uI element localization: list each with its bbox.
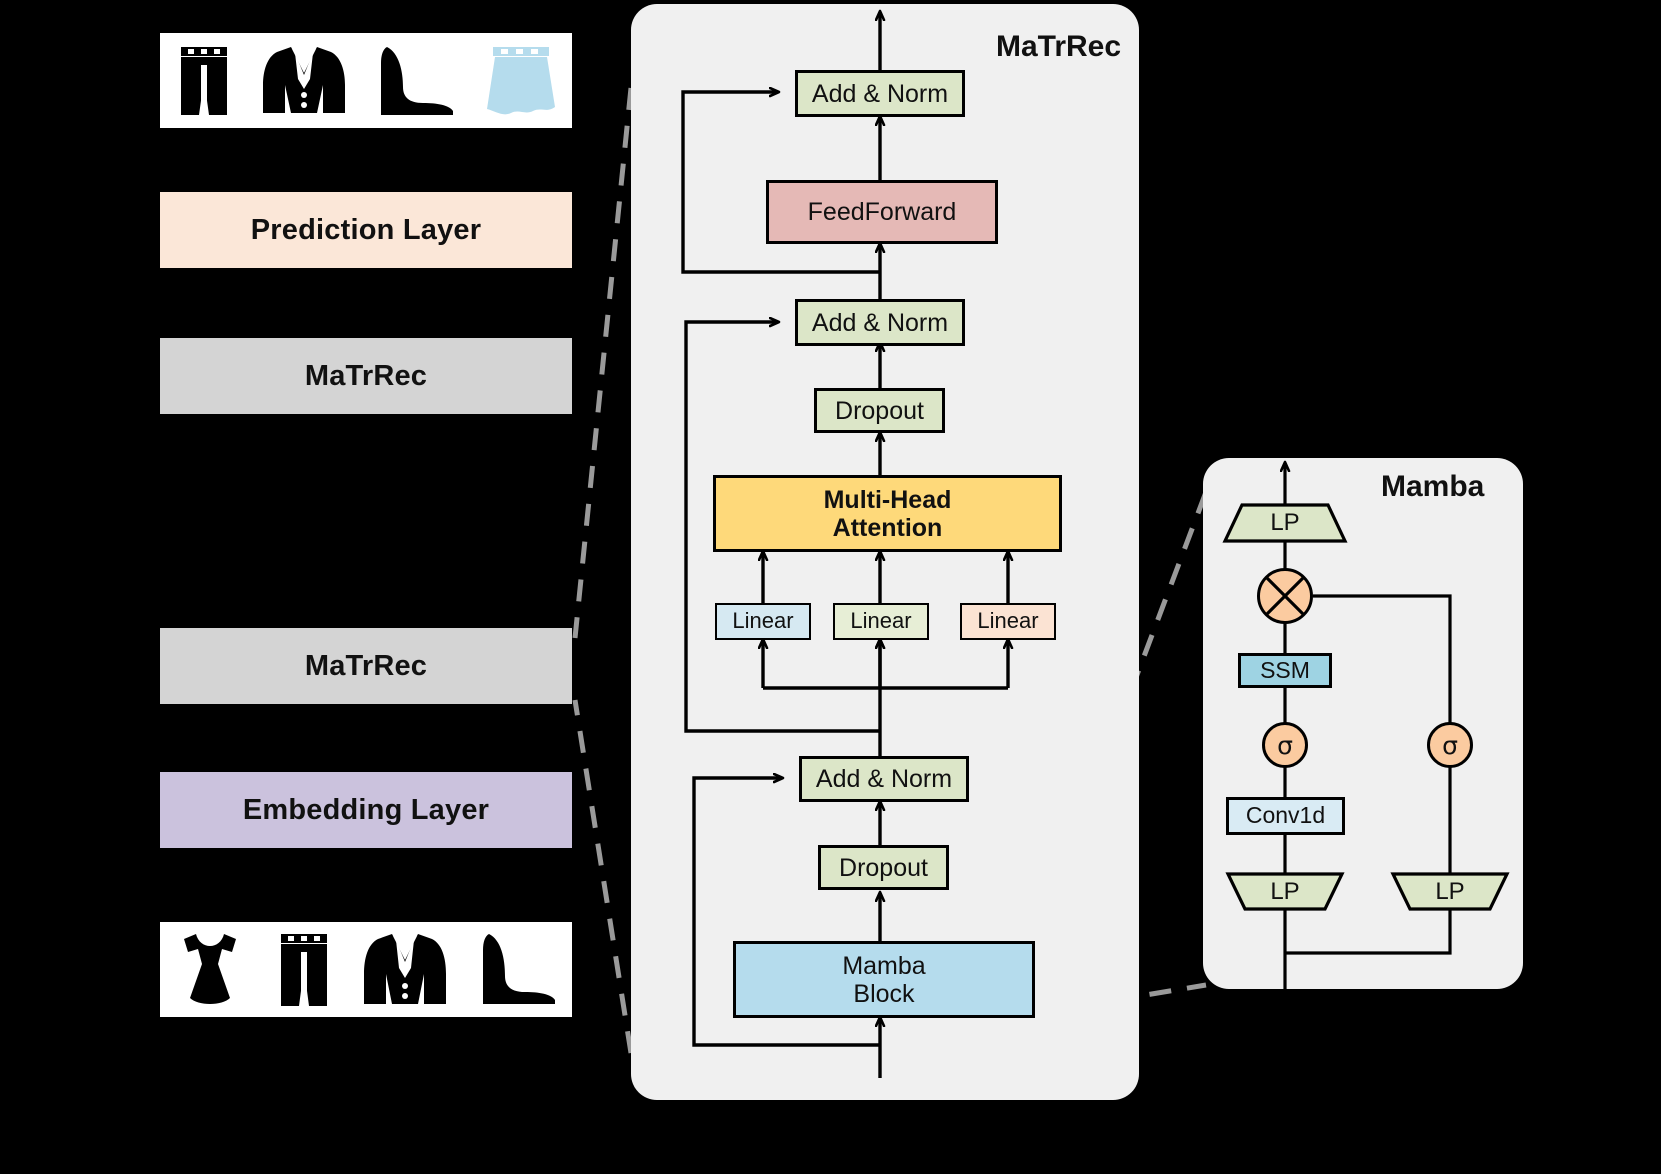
node-label: Conv1d (1245, 802, 1326, 829)
sigma-right-icon[interactable]: σ (1427, 722, 1473, 768)
ssm-node[interactable]: SSM (1238, 653, 1332, 688)
sigma-left-icon[interactable]: σ (1262, 722, 1308, 768)
sigma-left-text: σ (1277, 730, 1293, 760)
multiply-gate-cross (1264, 575, 1306, 617)
sigma-right-text: σ (1442, 730, 1458, 760)
node-label: SSM (1260, 656, 1310, 683)
conv1d-node[interactable]: Conv1d (1226, 797, 1345, 835)
